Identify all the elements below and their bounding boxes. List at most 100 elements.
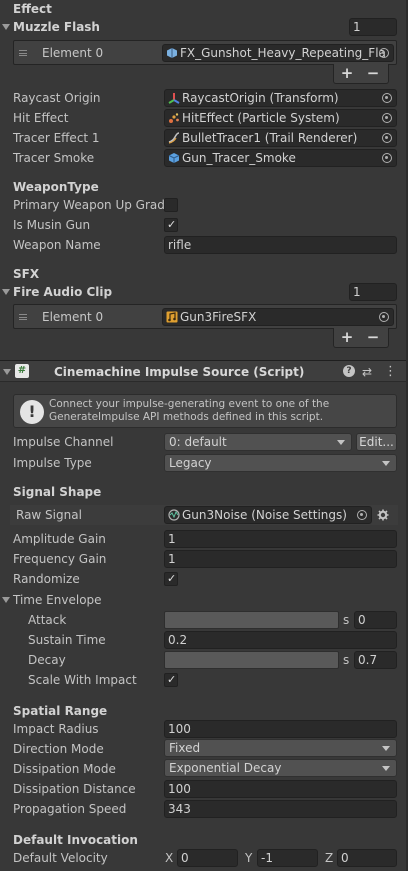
object-picker-icon[interactable] [382,133,392,143]
checkmark-icon: ✓ [167,673,177,686]
primary-upgrade-label: Primary Weapon Up Grade [13,198,173,212]
section-header-signal-shape: Signal Shape [13,485,102,499]
checkmark-icon: ✓ [167,218,177,231]
tracer-effect-label: Tracer Effect 1 [13,131,100,145]
frequency-gain-label: Frequency Gain [13,552,107,566]
is-musin-gun-checkbox[interactable]: ✓ [164,218,178,232]
impulse-type-label: Impulse Type [13,456,92,470]
muzzle-flash-label[interactable]: Muzzle Flash [13,18,100,36]
info-icon: ! [20,400,44,424]
impact-radius-label: Impact Radius [13,722,99,736]
attack-input[interactable]: 0 [354,611,397,629]
dissipation-distance-label: Dissipation Distance [13,782,136,796]
fire-audio-element-field[interactable]: Gun3FireSFX [162,308,394,326]
presets-icon[interactable]: ⇄ [362,363,372,381]
remove-element-button[interactable]: − [360,328,386,347]
impact-radius-input[interactable]: 100 [164,720,397,738]
raw-signal-field[interactable]: Gun3Noise (Noise Settings) [164,506,372,524]
randomize-checkbox[interactable]: ✓ [164,572,178,586]
muzzle-flash-element-field[interactable]: FX_Gunshot_Heavy_Repeating_Fla [162,44,394,62]
muzzle-flash-foldout-arrow[interactable] [2,24,10,30]
prefab-icon [168,153,180,163]
direction-mode-dropdown[interactable]: Fixed [164,739,397,757]
frequency-gain-input[interactable]: 1 [164,550,397,568]
impulse-channel-dropdown[interactable]: 0: default [164,433,352,451]
section-header-spatial-range: Spatial Range [13,704,108,718]
tracer-smoke-field[interactable]: Gun_Tracer_Smoke [164,149,397,167]
time-envelope-label[interactable]: Time Envelope [13,591,102,609]
object-picker-icon[interactable] [357,510,367,520]
add-element-button[interactable]: + [334,328,360,347]
section-header-weapon-type: WeaponType [13,180,99,194]
fire-audio-list: Element 0 Gun3FireSFX [13,304,397,329]
muzzle-flash-size-field[interactable]: 1 [349,18,397,36]
chevron-down-icon [382,461,390,466]
hit-effect-field[interactable]: HitEffect (Particle System) [164,109,397,127]
velocity-z-label[interactable]: Z [325,849,333,867]
raw-signal-label: Raw Signal [16,508,82,522]
scale-with-impact-checkbox[interactable]: ✓ [164,673,178,687]
gear-icon[interactable] [377,509,389,521]
remove-element-button[interactable]: − [360,64,386,83]
section-header-default-invocation: Default Invocation [13,833,138,847]
component-header[interactable]: # Cinemachine Impulse Source (Script) ? … [0,360,408,382]
propagation-speed-label: Propagation Speed [13,802,127,816]
attack-curve-field[interactable] [164,611,339,629]
tracer-effect-field[interactable]: BulletTracer1 (Trail Renderer) [164,129,397,147]
checkmark-icon: ✓ [167,572,177,585]
fire-audio-size-field[interactable]: 1 [349,283,397,301]
object-picker-icon[interactable] [379,312,389,322]
amplitude-gain-input[interactable]: 1 [164,530,397,548]
decay-input[interactable]: 0.7 [354,651,397,669]
primary-upgrade-checkbox[interactable] [164,198,178,212]
muzzle-flash-add-remove: + − [333,64,389,84]
raycast-origin-label: Raycast Origin [13,91,101,105]
object-picker-icon[interactable] [379,48,389,58]
muzzle-flash-list: Element 0 FX_Gunshot_Heavy_Repeating_Fla [13,40,397,65]
context-menu-icon[interactable]: ⋮ [384,363,397,381]
object-picker-icon[interactable] [382,153,392,163]
fire-audio-foldout-arrow[interactable] [2,289,10,295]
impulse-type-dropdown[interactable]: Legacy [164,454,397,472]
dissipation-distance-input[interactable]: 100 [164,780,397,798]
fire-audio-add-remove: + − [333,328,389,348]
velocity-y-label[interactable]: Y [245,849,252,867]
sustain-time-input[interactable]: 0.2 [164,631,397,649]
section-header-sfx: SFX [13,267,40,281]
scale-with-impact-label: Scale With Impact [28,673,137,687]
decay-curve-field[interactable] [164,651,339,669]
chevron-down-icon [382,766,390,771]
prefab-icon [167,48,177,58]
object-picker-icon[interactable] [382,113,392,123]
direction-mode-label: Direction Mode [13,742,104,756]
help-icon[interactable]: ? [343,365,355,377]
tracer-smoke-label: Tracer Smoke [13,151,95,165]
impulse-channel-label: Impulse Channel [13,435,114,449]
time-envelope-foldout-arrow[interactable] [2,597,10,603]
amplitude-gain-label: Amplitude Gain [13,532,106,546]
dissipation-mode-label: Dissipation Mode [13,762,116,776]
decay-unit: s [343,653,350,667]
add-element-button[interactable]: + [334,64,360,83]
raycast-origin-field[interactable]: RaycastOrigin (Transform) [164,89,397,107]
noise-settings-icon [168,509,180,521]
audio-clip-icon [166,311,178,323]
chevron-down-icon [382,746,390,751]
drag-handle-icon[interactable] [19,50,27,56]
fire-audio-clip-label[interactable]: Fire Audio Clip [13,283,112,301]
drag-handle-icon[interactable] [19,314,27,320]
decay-label: Decay [28,653,66,667]
fire-audio-element-label: Element 0 [42,310,104,324]
propagation-speed-input[interactable]: 343 [164,800,397,818]
velocity-x-input[interactable]: 0 [177,849,238,867]
velocity-z-input[interactable]: 0 [337,849,397,867]
weapon-name-label: Weapon Name [13,238,101,252]
component-foldout-arrow[interactable] [3,369,11,375]
weapon-name-input[interactable]: rifle [164,236,397,254]
velocity-x-label[interactable]: X [165,849,173,867]
object-picker-icon[interactable] [382,93,392,103]
edit-channels-button[interactable]: Edit... [356,433,397,451]
dissipation-mode-dropdown[interactable]: Exponential Decay [164,759,397,777]
randomize-label: Randomize [13,572,80,586]
velocity-y-input[interactable]: -1 [257,849,318,867]
